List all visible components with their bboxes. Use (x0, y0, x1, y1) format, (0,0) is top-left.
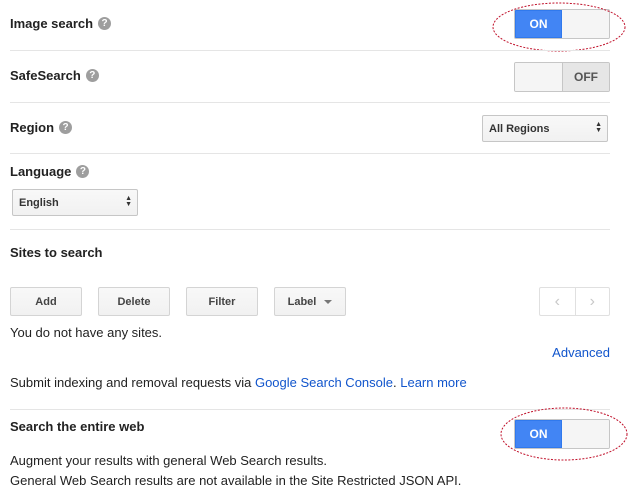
select-arrows-icon: ▲ ▼ (595, 121, 602, 134)
image-search-toggle[interactable]: ON (514, 9, 610, 39)
sites-heading: Sites to search (10, 245, 103, 260)
filter-button[interactable]: Filter (186, 287, 258, 316)
indexing-text: Submit indexing and removal requests via… (10, 375, 467, 390)
help-icon[interactable]: ? (59, 121, 73, 134)
help-icon[interactable]: ? (85, 69, 99, 82)
region-label: Region ? (10, 120, 73, 135)
advanced-link-wrap: Advanced (552, 345, 610, 360)
add-button[interactable]: Add (10, 287, 82, 316)
advanced-link[interactable]: Advanced (552, 345, 610, 360)
next-page-icon[interactable]: › (574, 288, 610, 315)
delete-button[interactable]: Delete (98, 287, 170, 316)
language-select[interactable]: English ▲ ▼ (12, 189, 138, 216)
entire-web-toggle[interactable]: ON (514, 419, 610, 449)
language-label: Language ? (10, 164, 90, 179)
toggle-on-segment[interactable] (515, 63, 562, 91)
divider (10, 153, 610, 154)
entire-web-label: Search the entire web (10, 419, 145, 434)
search-console-link[interactable]: Google Search Console (255, 375, 393, 390)
toggle-off-segment[interactable] (562, 10, 609, 38)
image-search-label: Image search ? (10, 16, 112, 31)
divider (10, 50, 610, 51)
toggle-off-segment[interactable]: OFF (561, 63, 609, 91)
divider (10, 229, 610, 230)
safesearch-toggle[interactable]: OFF (514, 62, 610, 92)
no-sites-text: You do not have any sites. (10, 325, 163, 340)
select-arrows-icon: ▲ ▼ (125, 195, 132, 208)
pagination: ‹ › (539, 287, 610, 316)
label-dropdown-button[interactable]: Label (274, 287, 346, 316)
toggle-on-segment[interactable]: ON (515, 420, 563, 448)
learn-more-link[interactable]: Learn more (400, 375, 466, 390)
chevron-down-icon (324, 299, 333, 304)
help-icon[interactable]: ? (98, 17, 112, 30)
divider (10, 102, 610, 103)
help-icon[interactable]: ? (76, 165, 90, 178)
entire-web-description: Augment your results with general Web Se… (10, 453, 327, 468)
safesearch-label: SafeSearch ? (10, 68, 99, 83)
toggle-on-segment[interactable]: ON (515, 10, 563, 38)
region-select[interactable]: All Regions ▲ ▼ (482, 115, 608, 142)
toggle-off-segment[interactable] (562, 420, 609, 448)
entire-web-note: General Web Search results are not avail… (10, 473, 462, 488)
divider (10, 409, 610, 410)
previous-page-icon[interactable]: ‹ (540, 288, 575, 315)
